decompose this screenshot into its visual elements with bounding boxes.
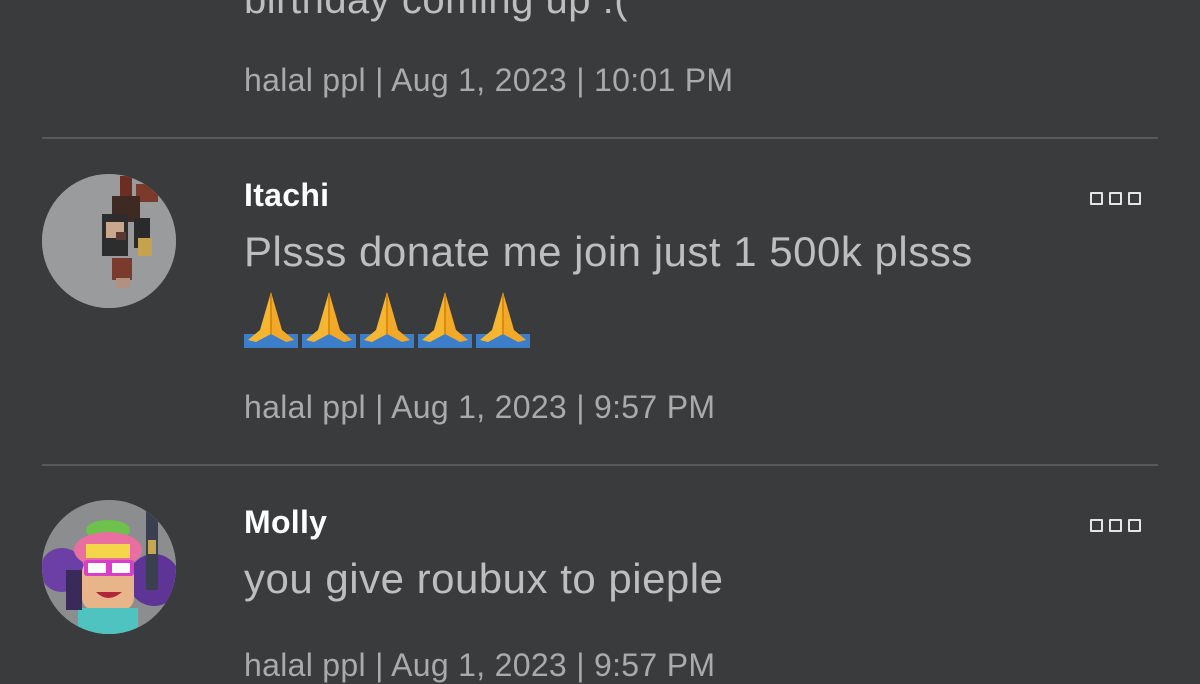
more-options-icon[interactable] [1090,190,1142,206]
comment-divider [42,137,1158,139]
more-options-icon[interactable] [1090,517,1142,533]
comment-divider [42,464,1158,466]
folded-hands-emoji [244,291,531,348]
comment-username[interactable]: Itachi [244,177,329,214]
more-dot-icon [1128,191,1141,205]
avatar[interactable] [42,174,176,308]
comment-emoji-row [244,290,534,348]
comment-body: birthday coming up :( [244,0,629,22]
avatar-itachi-image [42,174,176,308]
comment-meta: halal ppl | Aug 1, 2023 | 9:57 PM [244,647,716,683]
comment-meta: halal ppl | Aug 1, 2023 | 9:57 PM [244,389,716,425]
more-dot-icon [1128,518,1141,532]
avatar[interactable] [42,500,176,634]
comment-username[interactable]: Molly [244,504,327,541]
more-dot-icon [1109,518,1122,532]
comment-body: Plsss donate me join just 1 500k plsss [244,228,973,275]
more-dot-icon [1090,191,1103,205]
more-dot-icon [1109,191,1122,205]
comment-body: you give roubux to pieple [244,555,724,602]
more-dot-icon [1090,518,1103,532]
avatar-molly-image [42,500,176,634]
comment-meta: halal ppl | Aug 1, 2023 | 10:01 PM [244,62,734,98]
